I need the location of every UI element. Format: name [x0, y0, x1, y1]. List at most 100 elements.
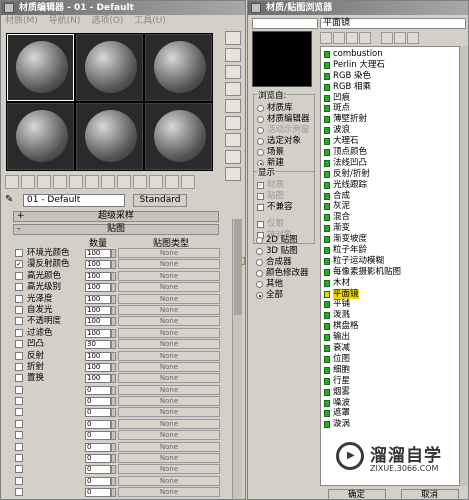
map-list-item[interactable]: RGB 相乘 [321, 82, 459, 93]
map-amount-input[interactable]: 100 [85, 283, 111, 293]
map-list-item[interactable]: 斑点 [321, 103, 459, 114]
map-slot-button[interactable]: None [118, 350, 220, 361]
amount-spinner[interactable] [111, 476, 116, 486]
map-list-item[interactable]: 细胞 [321, 365, 459, 376]
map-enable-checkbox[interactable] [15, 408, 23, 417]
amount-spinner[interactable] [111, 340, 116, 350]
amount-spinner[interactable] [111, 362, 116, 372]
map-amount-input[interactable]: 100 [85, 271, 111, 281]
scrollbar-thumb[interactable] [234, 219, 242, 315]
map-slot-button[interactable]: None [118, 384, 220, 395]
amount-spinner[interactable] [111, 419, 116, 429]
pick-material-icon[interactable]: ✎ [5, 194, 19, 206]
map-enable-checkbox[interactable] [15, 488, 23, 497]
rollout-maps[interactable]: - 贴图 [13, 224, 219, 235]
map-list-item[interactable]: 遮罩 [321, 408, 459, 419]
sample-slot[interactable] [145, 34, 212, 101]
map-amount-input[interactable]: 30 [85, 340, 111, 350]
map-enable-checkbox[interactable] [15, 249, 23, 257]
map-slot-button[interactable]: None [118, 453, 220, 464]
map-list-item[interactable]: 薄壁折射 [321, 114, 459, 125]
amount-spinner[interactable] [111, 374, 116, 384]
map-enable-checkbox[interactable] [15, 476, 23, 485]
map-slot-button[interactable]: None [118, 339, 220, 350]
menu-utilities[interactable]: 工具(U) [134, 16, 166, 26]
show-option[interactable]: ✓ 贴图 [256, 191, 312, 202]
background-icon[interactable] [225, 65, 241, 79]
put-to-scene-icon[interactable] [21, 175, 35, 189]
map-list-item[interactable]: Perlin 大理石 [321, 60, 459, 71]
view-small-icons-icon[interactable] [346, 32, 358, 44]
go-forward-icon[interactable] [181, 175, 195, 189]
map-amount-input[interactable]: 0 [85, 465, 111, 475]
backlight-icon[interactable] [225, 48, 241, 62]
map-amount-input[interactable]: 0 [85, 454, 111, 464]
radio-button[interactable] [257, 105, 264, 112]
map-enable-checkbox[interactable] [15, 351, 23, 360]
material-type-button[interactable]: Standard [133, 193, 187, 207]
map-amount-input[interactable]: 100 [85, 305, 111, 315]
map-slot-button[interactable]: None [118, 373, 220, 384]
map-slot-button[interactable]: None [118, 418, 220, 429]
map-list-item[interactable]: 位图 [321, 354, 459, 365]
category-option[interactable]: 3D 贴图 [255, 246, 313, 257]
menu-material[interactable]: 材质(M) [5, 16, 38, 26]
map-slot-button[interactable]: None [118, 270, 220, 281]
map-list-item[interactable]: combustion [321, 49, 459, 60]
map-list-item[interactable]: 每像素摄影机贴图 [321, 267, 459, 278]
category-option[interactable]: 颜色修改器 [255, 268, 313, 279]
map-enable-checkbox[interactable] [15, 362, 23, 371]
map-slot-button[interactable]: None [118, 327, 220, 338]
sample-slot[interactable] [76, 34, 143, 101]
map-enable-checkbox[interactable] [15, 374, 23, 383]
menu-options[interactable]: 选项(O) [91, 16, 123, 26]
map-list-item[interactable]: 波浪 [321, 125, 459, 136]
ok-button[interactable]: 确定 [327, 489, 386, 499]
amount-spinner[interactable] [111, 465, 116, 475]
amount-spinner[interactable] [111, 283, 116, 293]
get-material-icon[interactable] [5, 175, 19, 189]
map-slot-button[interactable]: None [118, 282, 220, 293]
browse-from-option[interactable]: 材质库 [256, 103, 312, 114]
sample-slot[interactable] [7, 34, 74, 101]
map-list-item[interactable]: 凹痕 [321, 93, 459, 104]
map-slot-button[interactable]: None [118, 248, 220, 258]
sample-slot[interactable] [7, 103, 74, 170]
map-list-scrollbar[interactable] [460, 46, 468, 486]
map-slot-button[interactable]: None [118, 430, 220, 441]
map-slot-button[interactable]: None [118, 304, 220, 315]
view-list-icons-icon[interactable] [333, 32, 345, 44]
amount-spinner[interactable] [111, 454, 116, 464]
select-by-material-icon[interactable] [225, 150, 241, 164]
map-enable-checkbox[interactable] [15, 397, 23, 406]
map-amount-input[interactable]: 0 [85, 476, 111, 486]
map-list-item[interactable]: RGB 染色 [321, 71, 459, 82]
map-amount-input[interactable]: 100 [85, 351, 111, 361]
make-preview-icon[interactable] [225, 116, 241, 130]
clear-library-icon[interactable] [407, 32, 419, 44]
show-option[interactable]: 仅根 [256, 219, 312, 230]
map-enable-checkbox[interactable] [15, 294, 23, 303]
radio-button[interactable] [256, 292, 263, 299]
map-list-item[interactable]: 灰泥 [321, 201, 459, 212]
map-amount-input[interactable]: 0 [85, 408, 111, 418]
map-slot-button[interactable]: None [118, 487, 220, 498]
rollout-scrollbar[interactable] [232, 219, 242, 499]
amount-spinner[interactable] [111, 442, 116, 452]
map-list-item[interactable]: 反射/折射 [321, 169, 459, 180]
category-option[interactable]: 全部 [255, 290, 313, 301]
browse-from-option[interactable]: 活动示例窗 [256, 125, 312, 136]
map-amount-input[interactable]: 0 [85, 431, 111, 441]
show-option[interactable]: ✓ 材质 [256, 180, 312, 191]
amount-spinner[interactable] [111, 249, 116, 258]
map-enable-checkbox[interactable]: ✓ [15, 260, 23, 269]
map-enable-checkbox[interactable] [15, 385, 23, 394]
amount-spinner[interactable] [111, 305, 116, 315]
map-slot-button[interactable]: None [118, 475, 220, 486]
sample-type-icon[interactable] [225, 31, 241, 45]
put-to-library-icon[interactable] [101, 175, 115, 189]
show-end-result-icon[interactable] [149, 175, 163, 189]
map-amount-input[interactable]: 0 [85, 397, 111, 407]
map-amount-input[interactable]: 100 [85, 328, 111, 338]
checkbox[interactable] [257, 204, 264, 211]
